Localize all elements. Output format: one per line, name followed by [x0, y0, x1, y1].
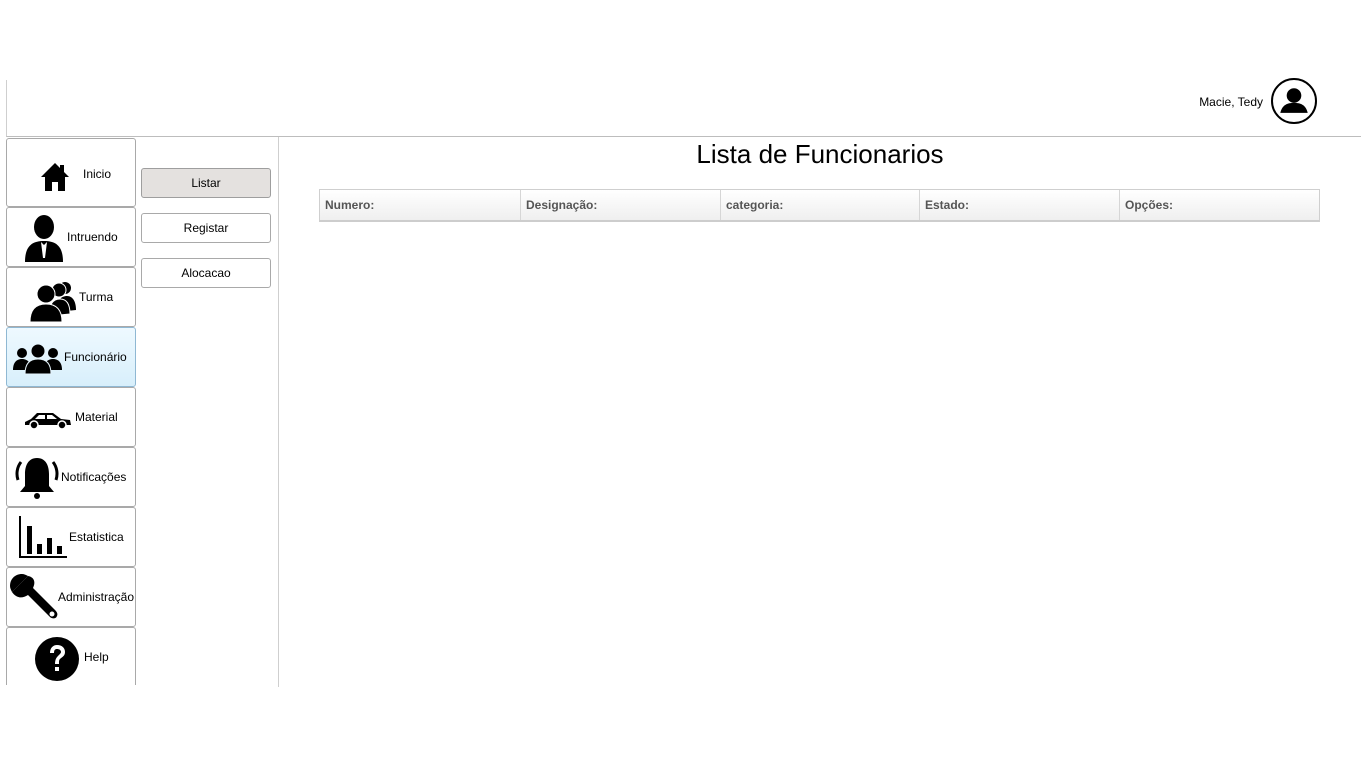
sidebar-item-label: Help [84, 650, 109, 664]
sidebar-item-label: Material [75, 410, 118, 424]
sidebar-item-intruendo[interactable]: Intruendo [6, 207, 136, 267]
column-header-opcoes[interactable]: Opções: [1120, 190, 1319, 220]
staff-icon [13, 343, 62, 375]
sidebar-item-notificacoes[interactable]: Notificações [6, 447, 136, 507]
sidebar-item-material[interactable]: Material [6, 387, 136, 447]
submenu-divider [278, 137, 279, 687]
help-icon [35, 637, 79, 681]
sidebar-item-inicio[interactable]: Inicio [6, 138, 136, 207]
bar-chart-icon [19, 516, 67, 558]
sidebar-item-turma[interactable]: Turma [6, 267, 136, 327]
alocacao-button[interactable]: Alocacao [141, 258, 271, 288]
registar-button[interactable]: Registar [141, 213, 271, 243]
column-header-estado[interactable]: Estado: [920, 190, 1120, 220]
home-icon [41, 163, 69, 191]
car-icon [25, 413, 71, 430]
student-icon [25, 215, 63, 262]
top-header: Macie, Tedy [6, 78, 1361, 137]
page-title: Lista de Funcionarios [696, 139, 944, 169]
column-header-numero[interactable]: Numero: [320, 190, 521, 220]
bell-icon [15, 458, 59, 499]
user-name[interactable]: Macie, Tedy [1199, 95, 1263, 109]
wrench-icon [10, 574, 58, 619]
sidebar-item-administracao[interactable]: Administração [6, 567, 136, 627]
sidebar-item-label: Funcionário [64, 350, 127, 364]
funcionarios-table-header: Numero: Designação: categoria: Estado: O… [319, 189, 1320, 222]
group-icon [29, 282, 76, 322]
user-avatar-icon[interactable] [1271, 78, 1317, 124]
column-header-designacao[interactable]: Designação: [521, 190, 721, 220]
sidebar-item-label: Estatistica [69, 530, 124, 544]
sidebar-item-estatistica[interactable]: Estatistica [6, 507, 136, 567]
sidebar: Inicio Intruendo Turma Funcionário Mater… [6, 138, 136, 685]
sidebar-item-label: Administração [58, 590, 135, 604]
column-header-categoria[interactable]: categoria: [721, 190, 920, 220]
sidebar-item-label: Turma [79, 290, 114, 304]
sidebar-item-label: Intruendo [67, 230, 118, 244]
sidebar-item-funcionario[interactable]: Funcionário [6, 327, 136, 387]
listar-button[interactable]: Listar [141, 168, 271, 198]
sidebar-item-label: Inicio [83, 167, 112, 181]
sidebar-item-label: Notificações [61, 470, 127, 484]
sidebar-item-help[interactable]: Help [6, 627, 136, 685]
